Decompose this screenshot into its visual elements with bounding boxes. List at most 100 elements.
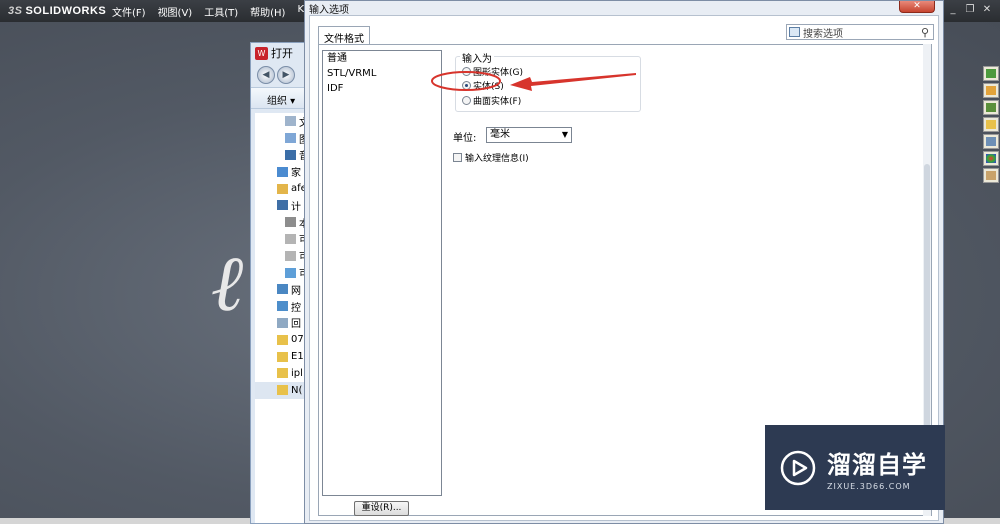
tree-item[interactable]: 网 (255, 281, 309, 298)
unit-label: 单位: (453, 133, 477, 144)
drive-icon (285, 217, 296, 228)
format-item-stl-vrml[interactable]: STL/VRML (323, 66, 441, 81)
task-pane-views[interactable] (983, 134, 999, 149)
menu-view[interactable]: 视图(V) (152, 4, 199, 19)
watermark-title: 溜溜自学 (827, 450, 927, 479)
folder-icon (277, 351, 288, 362)
close-icon[interactable]: ✕ (980, 3, 994, 17)
search-options-input[interactable]: 搜索选项 ⚲ (786, 24, 934, 40)
folder-icon (986, 120, 996, 129)
tree-item[interactable]: N( (255, 381, 309, 399)
open-dialog-nav: ◀ ▶ (251, 63, 309, 87)
reset-button[interactable]: 重设(R)... (354, 501, 409, 516)
radio-solid-body[interactable]: 实体(S) (462, 79, 504, 92)
computer-icon (277, 200, 288, 211)
import-dialog-title: 输入选项 (309, 4, 349, 16)
tree-item[interactable]: ipl (255, 365, 309, 382)
forward-arrow-icon[interactable]: ▶ (277, 66, 295, 84)
task-pane-appearance[interactable] (983, 151, 999, 166)
task-pane-library[interactable] (983, 100, 999, 115)
tree-item[interactable]: 可 (255, 264, 309, 281)
texture-checkbox[interactable] (453, 153, 462, 162)
folder-icon (277, 334, 288, 345)
dialog-close-button[interactable]: ✕ (899, 1, 935, 13)
tree-item[interactable]: 可 (255, 231, 309, 248)
main-menu: 文件(F) 视图(V) 工具(T) 帮助(H) KYTool (106, 4, 335, 19)
dropdown-arrow-icon: ▼ (561, 130, 568, 139)
radio-button[interactable] (462, 67, 471, 76)
user-folder-icon (277, 183, 288, 194)
watermark-url: ZIXUE.3D66.COM (827, 481, 911, 491)
task-pane-files[interactable] (983, 117, 999, 132)
task-pane-home[interactable] (983, 83, 999, 98)
tree-item[interactable]: E1 (255, 348, 309, 365)
unit-select[interactable]: 毫米 ▼ (486, 127, 572, 143)
minimize-icon[interactable]: _ (946, 3, 960, 17)
radio-button[interactable] (462, 96, 471, 105)
background-logo-glyph: ℓ (212, 238, 246, 329)
radio-graphics-body[interactable]: 图形实体(G) (462, 65, 523, 78)
tree-item[interactable]: 图 (255, 130, 309, 147)
radio-button-selected[interactable] (462, 81, 471, 90)
menu-help[interactable]: 帮助(H) (244, 4, 291, 19)
folder-tree: 文 图 音 家 afe 计 本 可 可 可 网 控 回 07 E1 ipl N( (255, 113, 309, 523)
import-dialog-titlebar: 输入选项 (305, 1, 943, 16)
folder-icon (277, 368, 288, 379)
task-pane-custom[interactable] (983, 168, 999, 183)
restore-icon[interactable]: ❐ (963, 3, 977, 17)
music-icon (285, 149, 296, 160)
tree-item[interactable]: 本 (255, 214, 309, 231)
control-panel-icon (277, 301, 288, 312)
site-watermark: 溜溜自学 ZIXUE.3D66.COM (765, 425, 945, 510)
radio-surface-body[interactable]: 曲面实体(F) (462, 94, 521, 107)
network-icon (277, 284, 288, 295)
tree-item[interactable]: 音 (255, 147, 309, 164)
format-list: 普通 STL/VRML IDF (322, 50, 442, 496)
appearance-icon (986, 154, 996, 163)
tree-item[interactable]: 计 (255, 197, 309, 214)
task-pane-tabs (983, 66, 1000, 183)
radio-label: 曲面实体(F) (473, 97, 522, 107)
search-icon[interactable]: ⚲ (921, 26, 929, 39)
menu-tools[interactable]: 工具(T) (198, 4, 244, 19)
window-controls: _ ❐ ✕ (946, 3, 994, 17)
open-file-dialog: W 打开 ◀ ▶ 组织 ▾ 文 图 音 家 afe 计 本 可 可 可 网 控 … (250, 42, 310, 524)
import-as-label: 输入为 (460, 50, 494, 65)
task-pane-resources[interactable] (983, 66, 999, 81)
tree-item[interactable]: 文 (255, 113, 309, 130)
drive-icon (285, 233, 296, 244)
texture-label: 输入纹理信息(I) (465, 154, 529, 164)
folder-icon (277, 385, 288, 396)
format-item-idf[interactable]: IDF (323, 81, 441, 96)
tree-item[interactable]: 回 (255, 315, 309, 332)
tree-item[interactable]: afe (255, 180, 309, 197)
radio-label: 图形实体(G) (473, 68, 523, 78)
tree-item[interactable]: 07 (255, 331, 309, 348)
recycle-bin-icon (277, 317, 288, 328)
homegroup-icon (277, 166, 288, 177)
radio-label: 实体(S) (473, 82, 504, 92)
search-placeholder: 搜索选项 (803, 28, 843, 40)
open-dialog-titlebar: W 打开 (251, 43, 309, 63)
organize-button[interactable]: 组织 ▾ (251, 87, 309, 109)
watermark-text: 溜溜自学 ZIXUE.3D66.COM (827, 445, 927, 491)
app-logo: 3S SOLIDWORKS (8, 5, 107, 17)
solidworks-app-icon: W (255, 46, 268, 60)
tab-file-format[interactable]: 文件格式 (318, 26, 370, 45)
import-as-group: 输入为 图形实体(G) 实体(S) 曲面实体(F) (455, 50, 641, 112)
tree-item[interactable]: 可 (255, 247, 309, 264)
removable-drive-icon (285, 267, 296, 278)
picture-icon (285, 133, 296, 144)
home-icon (986, 86, 996, 95)
library-icon (986, 103, 996, 112)
format-item-general[interactable]: 普通 (323, 51, 441, 66)
document-icon (285, 116, 296, 127)
back-arrow-icon[interactable]: ◀ (257, 66, 275, 84)
import-texture-option[interactable]: 输入纹理信息(I) (453, 151, 529, 164)
search-options-icon (789, 27, 800, 37)
view-palette-icon (986, 137, 996, 146)
menu-file[interactable]: 文件(F) (106, 4, 152, 19)
play-logo-icon (780, 450, 816, 485)
tree-item[interactable]: 家 (255, 163, 309, 180)
tree-item[interactable]: 控 (255, 298, 309, 315)
